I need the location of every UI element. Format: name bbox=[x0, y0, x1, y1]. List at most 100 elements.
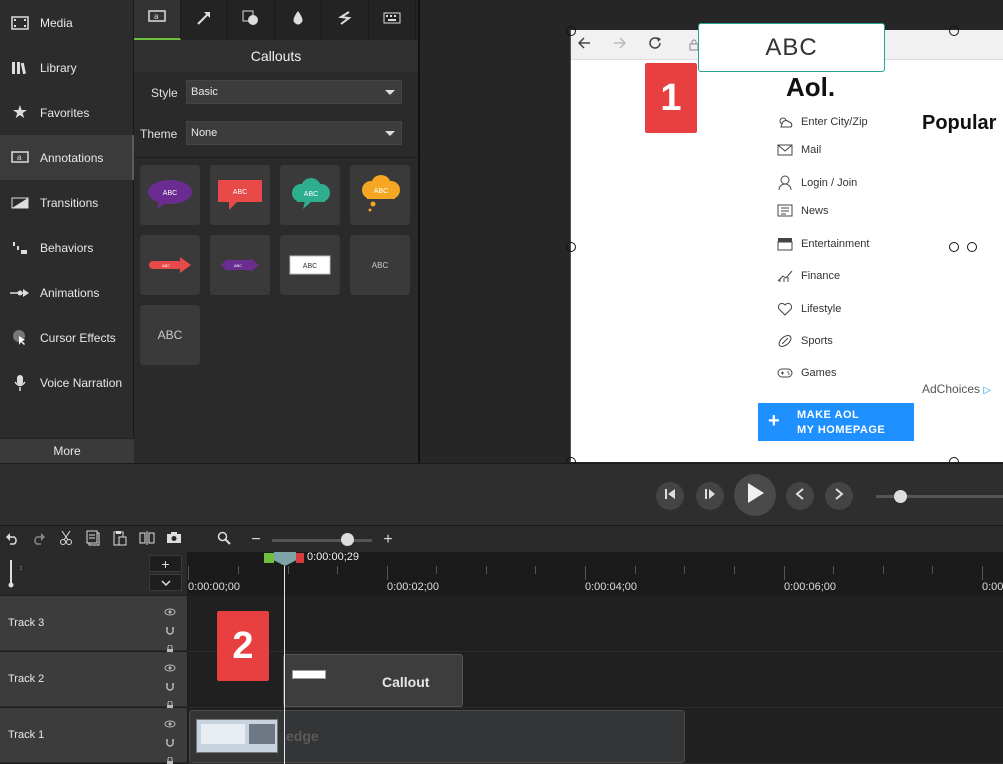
track-controls bbox=[163, 715, 177, 764]
callout-clip[interactable]: Callout bbox=[283, 654, 463, 707]
adchoices-link[interactable]: AdChoices ▷ bbox=[922, 382, 991, 396]
track-label: Track 1 bbox=[8, 729, 45, 741]
callout-tile-text[interactable]: ABC bbox=[350, 235, 410, 295]
lock-icon[interactable] bbox=[165, 753, 175, 764]
aol-item-label: Enter City/Zip bbox=[801, 116, 868, 128]
resize-handle-left[interactable] bbox=[566, 242, 576, 252]
sidebar-item-label: Favorites bbox=[40, 105, 90, 120]
callouts-panel: a Callouts Style Basic Theme None ABC AB… bbox=[134, 0, 418, 463]
redo-button[interactable] bbox=[29, 530, 49, 550]
sidebar-item-cursor-effects[interactable]: Cursor Effects bbox=[0, 315, 134, 360]
sidebar-item-behaviors[interactable]: Behaviors bbox=[0, 225, 134, 270]
aol-item-label: Games bbox=[801, 367, 837, 379]
callout-tile-text-large[interactable]: ABC bbox=[140, 305, 200, 365]
more-button[interactable]: More bbox=[0, 438, 134, 463]
aol-item-lifestyle[interactable]: Lifestyle bbox=[775, 302, 841, 316]
make-aol-homepage-button[interactable]: + MAKE AOL MY HOMEPAGE bbox=[758, 403, 914, 441]
snapshot-button[interactable] bbox=[164, 530, 184, 550]
tab-sketch[interactable] bbox=[322, 0, 369, 40]
zoom-fit-button[interactable] bbox=[214, 530, 234, 550]
callout-tile-cloud[interactable]: ABC bbox=[280, 165, 340, 225]
tab-blur[interactable] bbox=[275, 0, 322, 40]
step-forward-button[interactable] bbox=[696, 482, 724, 510]
aol-item-entertainment[interactable]: Entertainment bbox=[775, 237, 869, 251]
track-header-1[interactable]: Track 1 bbox=[0, 708, 188, 764]
magnet-icon[interactable] bbox=[165, 734, 175, 752]
sidebar-item-favorites[interactable]: ★ Favorites bbox=[0, 90, 134, 135]
resize-handle-top-right[interactable] bbox=[949, 26, 959, 36]
sidebar-item-media[interactable]: Media bbox=[0, 0, 134, 45]
aol-item-news[interactable]: News bbox=[775, 204, 829, 217]
resize-handle-right[interactable] bbox=[949, 242, 959, 252]
collapse-tracks-button[interactable] bbox=[149, 574, 182, 591]
magnet-icon[interactable] bbox=[165, 678, 175, 696]
aol-item-weather[interactable]: Enter City/Zip bbox=[775, 115, 868, 129]
callout-clip-thumbnail bbox=[292, 670, 326, 679]
eye-icon[interactable] bbox=[164, 715, 176, 733]
sidebar-item-annotations[interactable]: a Annotations bbox=[0, 135, 134, 180]
aol-item-games[interactable]: Games bbox=[775, 367, 836, 379]
ruler-tick bbox=[734, 566, 735, 574]
callout-tile-arrow-purple[interactable]: ABC bbox=[210, 235, 270, 295]
callout-tile-arrow-red[interactable]: ABC bbox=[140, 235, 200, 295]
zoom-out-button[interactable]: − bbox=[246, 530, 266, 550]
aol-item-label: Lifestyle bbox=[801, 303, 842, 315]
theme-dropdown[interactable]: None bbox=[186, 121, 402, 145]
add-track-button[interactable]: + bbox=[149, 555, 182, 572]
user-icon bbox=[775, 175, 795, 191]
out-point-marker[interactable] bbox=[296, 553, 304, 563]
tab-arrows[interactable] bbox=[181, 0, 228, 40]
callout-tile-speech-rect[interactable]: ABC bbox=[210, 165, 270, 225]
eye-icon[interactable] bbox=[164, 659, 176, 677]
video-clip[interactable]: edge bbox=[189, 710, 685, 763]
sidebar-item-library[interactable]: Library bbox=[0, 45, 134, 90]
callout-tile-speech-oval[interactable]: ABC bbox=[140, 165, 200, 225]
sidebar-item-voice-narration[interactable]: Voice Narration bbox=[0, 360, 134, 405]
next-marker-button[interactable] bbox=[825, 482, 853, 510]
paste-button[interactable] bbox=[110, 530, 130, 550]
playback-scrubber-knob[interactable] bbox=[894, 490, 907, 503]
tile-text: ABC bbox=[157, 328, 183, 342]
tile-text: ABC bbox=[162, 263, 170, 268]
sidebar-item-animations[interactable]: Animations bbox=[0, 270, 134, 315]
track-header-3[interactable]: Track 3 bbox=[0, 596, 188, 654]
split-button[interactable] bbox=[137, 530, 157, 550]
tab-shapes[interactable] bbox=[228, 0, 275, 40]
play-button[interactable] bbox=[734, 474, 776, 516]
zoom-in-button[interactable]: + bbox=[378, 530, 398, 550]
track-header-2[interactable]: Track 2 bbox=[0, 652, 188, 710]
aol-item-mail[interactable]: Mail bbox=[775, 144, 821, 156]
magnet-icon[interactable] bbox=[165, 622, 175, 640]
aol-item-label: Login / Join bbox=[801, 177, 858, 189]
rotation-handle[interactable] bbox=[967, 242, 977, 252]
zoom-slider[interactable] bbox=[272, 539, 372, 542]
callout-tile-thought-cloud[interactable]: ABC bbox=[350, 165, 410, 225]
eye-icon[interactable] bbox=[164, 603, 176, 621]
track-height-slider-icon[interactable]: ↕ bbox=[6, 558, 28, 593]
back-arrow-icon bbox=[577, 36, 591, 55]
sidebar-item-label: Voice Narration bbox=[40, 375, 123, 390]
tab-keystroke[interactable] bbox=[369, 0, 416, 40]
previous-marker-button[interactable] bbox=[786, 482, 814, 510]
cut-button[interactable] bbox=[56, 530, 76, 550]
resize-handle-top-left[interactable] bbox=[566, 26, 576, 36]
callout-tile-box[interactable]: ABC bbox=[280, 235, 340, 295]
canvas-callout-text[interactable]: ABC bbox=[698, 23, 885, 72]
aol-item-label: News bbox=[801, 204, 829, 217]
ruler-tick bbox=[833, 566, 834, 574]
zoom-slider-knob[interactable] bbox=[341, 533, 354, 546]
tab-callouts[interactable]: a bbox=[134, 0, 181, 40]
sidebar-item-transitions[interactable]: Transitions bbox=[0, 180, 134, 225]
style-dropdown[interactable]: Basic bbox=[186, 80, 402, 104]
plus-icon: + bbox=[768, 410, 781, 432]
copy-button[interactable] bbox=[83, 530, 103, 550]
track-lane-3[interactable] bbox=[188, 596, 1003, 652]
aol-item-sports[interactable]: Sports bbox=[775, 334, 833, 348]
undo-button[interactable] bbox=[2, 530, 22, 550]
recording-canvas[interactable]: Aol. Enter City/Zip Mail Login / Join Ne… bbox=[570, 30, 1003, 462]
step-back-button[interactable] bbox=[656, 482, 684, 510]
aol-item-finance[interactable]: Finance bbox=[775, 269, 840, 283]
sidebar-item-label: Annotations bbox=[40, 150, 104, 165]
aol-item-login[interactable]: Login / Join bbox=[775, 175, 857, 191]
in-point-marker[interactable] bbox=[264, 553, 274, 563]
